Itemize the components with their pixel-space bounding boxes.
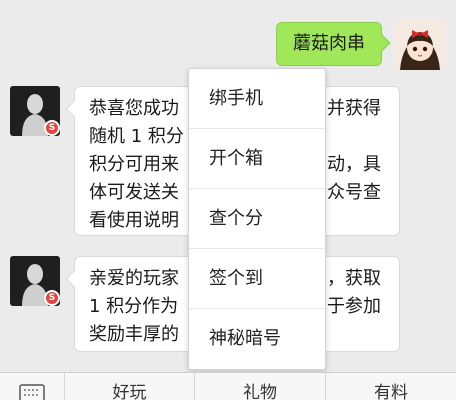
sent-message-bubble[interactable]: 蘑菇肉串 xyxy=(276,22,391,66)
menu-item-check-points[interactable]: 查个分 xyxy=(189,189,325,249)
menu-item-bind-phone[interactable]: 绑手机 xyxy=(189,69,325,129)
bubble-tail xyxy=(65,270,83,288)
keyboard-icon xyxy=(19,384,45,400)
s-logo-badge-icon: S xyxy=(44,290,60,306)
menu-item-check-in[interactable]: 签个到 xyxy=(189,249,325,309)
sent-message-text: 蘑菇肉串 xyxy=(293,33,365,54)
bottom-tab-gifts[interactable]: 礼物 xyxy=(194,373,325,400)
s-logo-badge-icon: S xyxy=(44,120,60,136)
user-avatar[interactable] xyxy=(394,18,446,70)
bottom-tab-fun[interactable]: 好玩 xyxy=(64,373,194,400)
bottom-tab-content[interactable]: 有料 xyxy=(325,373,456,400)
menu-item-secret-code[interactable]: 神秘暗号 xyxy=(189,309,325,369)
message-line-right: 并获得 xyxy=(327,98,381,119)
bubble-tail xyxy=(65,100,83,118)
bottom-menu-bar: 好玩 礼物 有料 xyxy=(0,372,456,400)
message-line-right: 动，具 xyxy=(327,154,381,175)
bubble-tail xyxy=(373,34,391,52)
menu-item-open-box[interactable]: 开个箱 xyxy=(189,129,325,189)
message-line-right: 于参加 xyxy=(327,296,381,317)
message-line-right: ，获取 xyxy=(327,268,381,289)
keyboard-toggle-button[interactable] xyxy=(0,373,64,400)
message-line-right: 众号查 xyxy=(327,182,381,203)
popup-menu: 绑手机 开个箱 查个分 签个到 神秘暗号 xyxy=(188,68,326,370)
